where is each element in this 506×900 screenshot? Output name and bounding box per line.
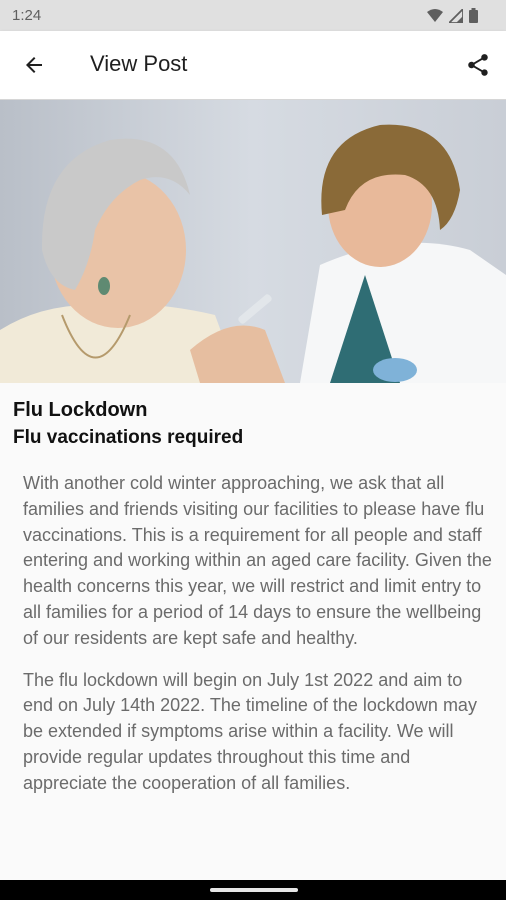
wifi-icon bbox=[427, 8, 443, 22]
post-title: Flu Lockdown bbox=[13, 399, 148, 421]
post-hero-image bbox=[0, 100, 506, 383]
status-icons bbox=[427, 8, 478, 23]
home-gesture-bar[interactable] bbox=[210, 888, 298, 892]
vaccination-photo bbox=[0, 100, 506, 383]
share-icon bbox=[468, 54, 488, 76]
status-time: 1:24 bbox=[12, 7, 42, 24]
app-bar: View Post bbox=[0, 31, 506, 100]
battery-icon bbox=[469, 8, 478, 23]
post-paragraph: With another cold winter approaching, we… bbox=[23, 473, 492, 648]
post-body: With another cold winter approaching, we… bbox=[23, 471, 493, 813]
status-bar: 1:24 bbox=[0, 0, 506, 31]
back-button[interactable] bbox=[16, 51, 52, 79]
arrow-back-icon bbox=[26, 57, 42, 73]
post-content: Flu Lockdown Flu vaccinations required W… bbox=[0, 383, 506, 880]
post-paragraph: The flu lockdown will begin on July 1st … bbox=[23, 669, 477, 793]
share-button[interactable] bbox=[462, 49, 494, 81]
post-subtitle: Flu vaccinations required bbox=[13, 427, 244, 448]
signal-icon bbox=[449, 8, 463, 23]
page-title: View Post bbox=[90, 51, 188, 76]
system-nav-bar bbox=[0, 880, 506, 900]
